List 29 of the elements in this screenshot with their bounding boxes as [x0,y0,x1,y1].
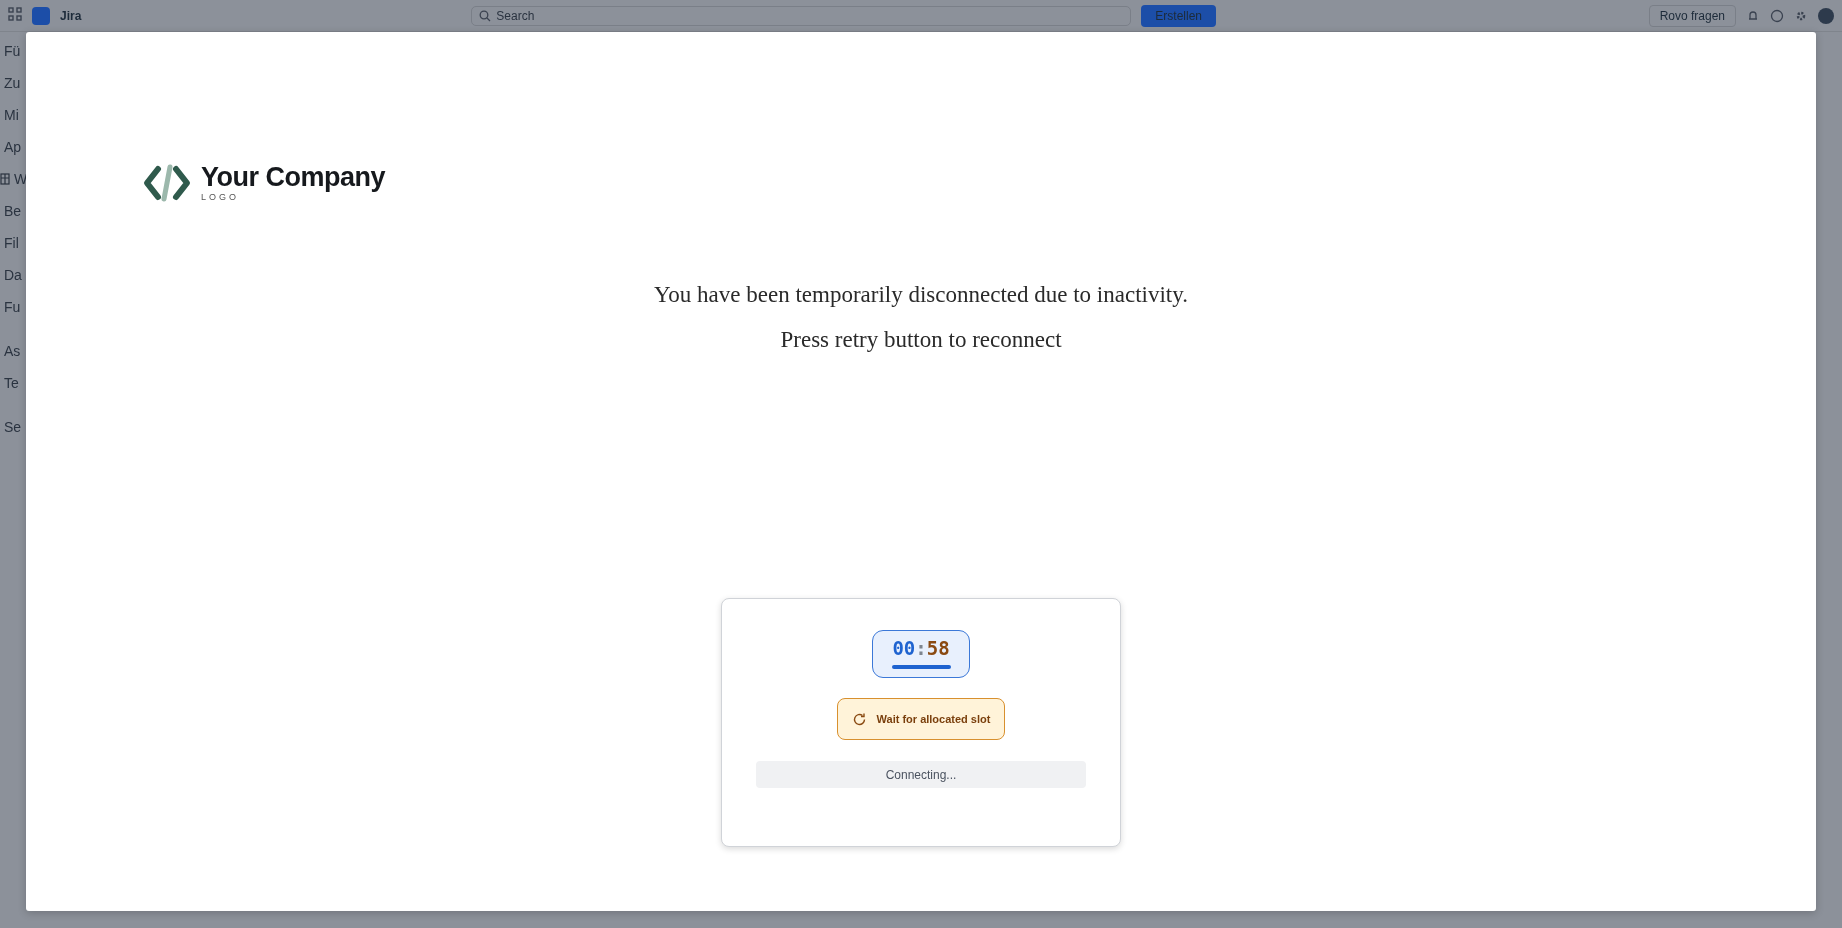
status-badge: Wait for allocated slot [837,698,1005,740]
sidebar-item[interactable]: Te [4,375,19,391]
search-icon [479,9,492,22]
sidebar-item[interactable]: As [4,343,21,359]
sidebar-item[interactable]: Fil [4,235,19,251]
company-name: Your Company [201,162,385,192]
countdown-timer: 00:58 [872,630,970,678]
sidebar-item[interactable]: Mi [4,107,19,123]
sidebar-item[interactable]: Ap [4,139,22,155]
ask-button[interactable]: Rovo fragen [1648,4,1736,27]
logo-tagline: LOGO [201,192,240,202]
refresh-icon [851,711,867,727]
sidebar-item[interactable]: Fü [4,43,21,59]
app-logo-icon[interactable] [32,6,50,25]
sidebar-item[interactable]: Fu [4,299,21,315]
bell-icon[interactable] [1746,8,1760,23]
search-field[interactable]: Search [471,5,1132,26]
avatar-icon[interactable] [1818,7,1834,24]
sidebar-item[interactable]: Zu [4,75,21,91]
sidebar-item[interactable]: Da [4,267,22,283]
sidebar-item[interactable]: Se [4,419,22,435]
connection-status-bar: Connecting... [756,761,1086,788]
app-grid-icon[interactable] [8,7,22,24]
sidebar-item[interactable]: Be [4,203,22,219]
board-icon [0,173,10,185]
retry-instruction: Press retry button to reconnect [780,327,1062,353]
code-brackets-icon [143,164,191,202]
app-name[interactable]: Jira [60,8,82,23]
disconnect-message: You have been temporarily disconnected due to inactivity. [654,282,1188,308]
